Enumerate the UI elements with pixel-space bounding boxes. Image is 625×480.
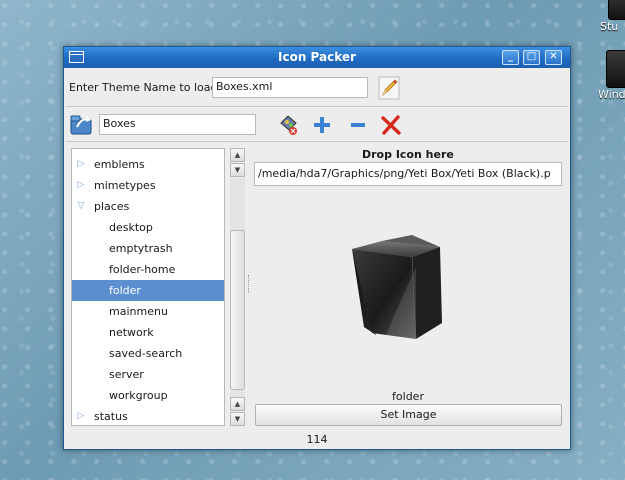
scroll-up-button[interactable]: ▲ [230,148,245,162]
tree-item-label: places [94,200,130,213]
palette-icon [280,115,297,135]
load-theme-button[interactable] [377,75,401,101]
tree-item-network[interactable]: network [72,322,224,343]
tree-item-label: workgroup [109,389,168,402]
tree-item-places[interactable]: ▽ places [72,196,224,217]
open-folder-button[interactable] [69,111,95,137]
tree-item-label: desktop [109,221,153,234]
tree-item-label: network [109,326,154,339]
scroll-up-button[interactable]: ▲ [230,397,245,411]
remove-icon [351,123,365,127]
tree-item-label: emptytrash [109,242,173,255]
icon-category-tree[interactable]: ▷ emblems ▷ mimetypes ▽ places desktop e… [71,148,225,426]
tree-item-mainmenu[interactable]: mainmenu [72,301,224,322]
palette-button[interactable] [278,113,302,137]
expand-arrow-icon[interactable]: ▷ [76,154,86,175]
tree-item-folder[interactable]: folder [72,280,224,301]
minimize-button[interactable]: _ [502,50,519,65]
expand-arrow-icon[interactable]: ▷ [76,175,86,196]
tree-item-emptytrash[interactable]: emptytrash [72,238,224,259]
tree-item-label: mainmenu [109,305,168,318]
icon-name-label: folder [392,390,424,403]
tree-item-workgroup[interactable]: workgroup [72,385,224,406]
tree-item-label: folder-home [109,263,176,276]
delete-button[interactable] [379,113,403,137]
drive-icon [606,50,625,88]
icon-path-field[interactable]: /media/hda7/Graphics/png/Yeti Box/Yeti B… [254,162,562,186]
toolbar: Boxes [69,111,564,137]
tree-item-label: server [109,368,144,381]
close-button[interactable]: ✕ [545,50,562,65]
tree-item-emblems[interactable]: ▷ emblems [72,154,224,175]
tree-item-server[interactable]: server [72,364,224,385]
tree-item-label: saved-search [109,347,183,360]
theme-name-input[interactable]: Boxes.xml [212,77,368,98]
tree-item-desktop[interactable]: desktop [72,217,224,238]
desktop-icon-studio[interactable]: Stu [600,0,625,33]
expand-arrow-icon[interactable]: ▷ [76,406,86,425]
tree-item-label: emblems [94,158,145,171]
theme-name-label: Enter Theme Name to load [69,81,218,94]
scroll-down-button[interactable]: ▼ [230,163,245,177]
divider [66,106,568,107]
desktop-icon-label: Stu [600,20,619,33]
tree-scrollbar[interactable]: ▲ ▼ ▲ ▼ [230,148,246,426]
tree-item-label: folder [109,284,141,297]
scroll-down-button[interactable]: ▼ [230,412,245,426]
collapse-arrow-icon[interactable]: ▽ [76,196,86,217]
tree-item-status[interactable]: ▷ status [72,406,224,425]
divider [66,141,568,142]
tree-item-mimetypes[interactable]: ▷ mimetypes [72,175,224,196]
maximize-button[interactable]: □ [523,50,540,65]
scroll-thumb[interactable] [230,230,245,390]
tree-item-label: status [94,410,128,423]
add-icon [314,117,330,133]
window-title: Icon Packer [278,50,356,64]
panel-splitter[interactable] [248,275,251,293]
remove-button[interactable] [346,113,370,137]
tree-item-folder-home[interactable]: folder-home [72,259,224,280]
desktop-icon-label: Wind [598,88,625,101]
box-preview-icon [352,235,442,340]
icon-drop-zone[interactable] [342,227,462,347]
set-image-button[interactable]: Set Image [255,404,562,426]
drive-icon [608,0,625,20]
pencil-icon [378,76,400,100]
add-button[interactable] [310,113,334,137]
tree-item-saved-search[interactable]: saved-search [72,343,224,364]
tree-item-label: mimetypes [94,179,156,192]
icon-packer-window: Icon Packer _ □ ✕ Enter Theme Name to lo… [63,46,571,450]
open-folder-icon [70,115,92,135]
delete-icon [381,115,401,135]
drop-zone-label: Drop Icon here [362,148,454,161]
desktop-icon-windows[interactable]: Wind [598,50,625,101]
theme-title-input[interactable]: Boxes [99,114,256,135]
icon-count-status: 114 [306,433,328,446]
scroll-track[interactable] [230,178,245,398]
titlebar[interactable]: Icon Packer _ □ ✕ [64,47,570,68]
